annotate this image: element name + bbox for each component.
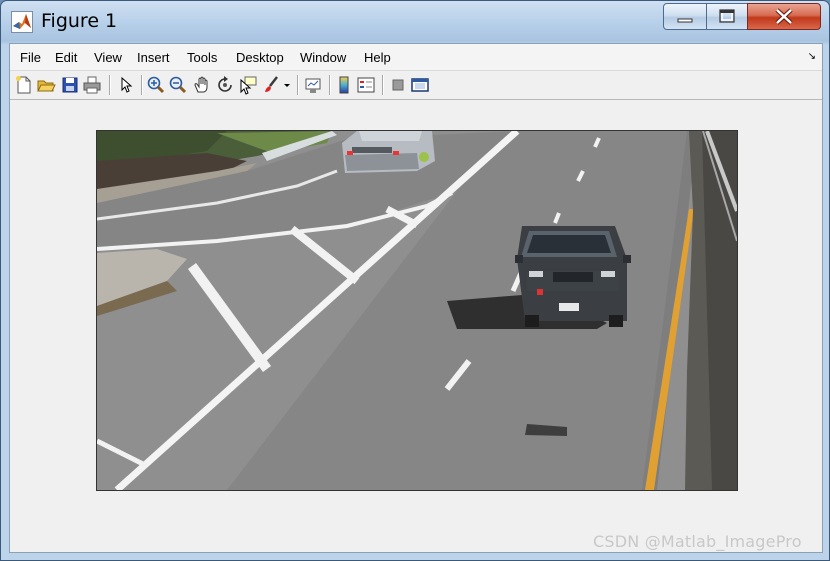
print-icon[interactable] — [82, 75, 102, 95]
menu-desktop[interactable]: Desktop — [236, 50, 284, 65]
link-plot-icon[interactable] — [303, 75, 323, 95]
zoom-out-icon[interactable] — [168, 75, 188, 95]
title-bar[interactable]: Figure 1 — [1, 1, 829, 43]
insert-colorbar-icon[interactable] — [334, 75, 354, 95]
silver-pickup-truck — [342, 131, 435, 173]
menu-tools[interactable]: Tools — [187, 50, 217, 65]
maximize-button[interactable] — [706, 3, 748, 30]
close-icon — [775, 8, 793, 25]
edit-plot-arrow-icon[interactable] — [116, 75, 136, 95]
new-figure-icon[interactable] — [14, 75, 34, 95]
csdn-watermark: CSDN @Matlab_ImagePro — [593, 532, 802, 551]
dock-arrow-icon[interactable]: ↘ — [808, 51, 816, 62]
menu-bar: File Edit View Insert Tools Desktop Wind… — [10, 44, 822, 71]
toolbar-separator — [329, 75, 331, 95]
show-plot-tools-icon[interactable] — [410, 75, 430, 95]
brush-dropdown-icon[interactable] — [282, 75, 292, 95]
figure-client-area: File Edit View Insert Tools Desktop Wind… — [9, 43, 823, 553]
menu-file[interactable]: File — [20, 50, 41, 65]
menu-help[interactable]: Help — [364, 50, 391, 65]
minimize-icon — [677, 18, 693, 23]
menu-window[interactable]: Window — [300, 50, 346, 65]
window-title: Figure 1 — [41, 10, 118, 32]
highway-traffic-image[interactable] — [96, 130, 738, 491]
toolbar-separator — [382, 75, 384, 95]
insert-legend-icon[interactable] — [356, 75, 376, 95]
zoom-in-icon[interactable] — [146, 75, 166, 95]
hide-plot-tools-icon[interactable] — [388, 75, 408, 95]
save-icon[interactable] — [60, 75, 80, 95]
toolbar-separator — [109, 75, 111, 95]
toolbar-separator — [297, 75, 299, 95]
matlab-logo-icon — [11, 11, 33, 33]
close-button[interactable] — [747, 3, 821, 30]
figure-window: Figure 1 File Edit View Insert Tools Des… — [0, 0, 830, 561]
menu-insert[interactable]: Insert — [137, 50, 170, 65]
menu-edit[interactable]: Edit — [55, 50, 77, 65]
open-file-icon[interactable] — [36, 75, 56, 95]
rotate-3d-icon[interactable] — [215, 75, 235, 95]
brush-icon[interactable] — [261, 75, 281, 95]
figure-canvas — [10, 100, 822, 552]
minimize-button[interactable] — [663, 3, 707, 30]
figure-toolbar — [10, 71, 822, 100]
toolbar-separator — [141, 75, 143, 95]
menu-view[interactable]: View — [94, 50, 122, 65]
maximize-icon — [719, 9, 735, 23]
pan-hand-icon[interactable] — [192, 75, 212, 95]
data-cursor-icon[interactable] — [238, 75, 258, 95]
